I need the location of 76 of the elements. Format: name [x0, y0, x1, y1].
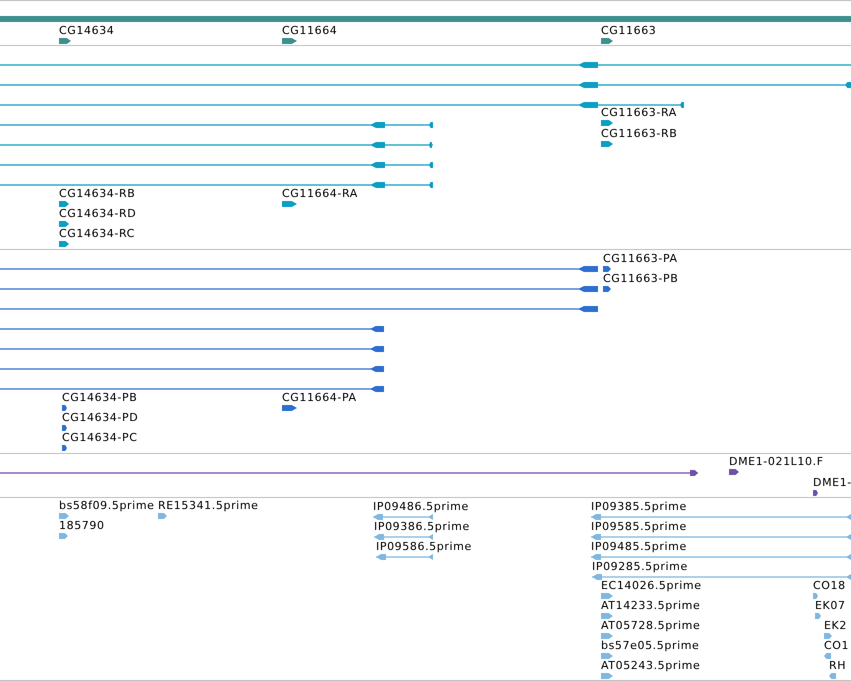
- feature-label: bs58f09.5prime: [59, 500, 155, 512]
- feature-label: IP09386.5prime: [374, 521, 470, 533]
- feature-arrow-icon[interactable]: [603, 286, 611, 292]
- feature-arrow-icon[interactable]: [59, 201, 69, 207]
- feature-label: CG14634-RC: [59, 228, 135, 240]
- feature-arrow-icon[interactable]: [282, 405, 297, 411]
- feature-label: CG14634-PC: [62, 432, 138, 444]
- feature-label: RE15341.5prime: [158, 500, 259, 512]
- feature-label: CG11664-PA: [282, 392, 357, 404]
- transcript-drawing[interactable]: [0, 61, 851, 69]
- transcript-drawing[interactable]: [0, 81, 851, 89]
- feature-line-drawing[interactable]: [591, 534, 851, 540]
- feature-label: 185790: [59, 520, 105, 532]
- feature-label: CG14634-RB: [59, 188, 136, 200]
- feature-arrow-icon[interactable]: [59, 221, 69, 227]
- transcript-drawing[interactable]: [0, 285, 598, 293]
- transcript-drawing[interactable]: [0, 101, 684, 109]
- transcript-drawing[interactable]: [0, 121, 433, 129]
- feature-arrow-icon[interactable]: [282, 201, 297, 207]
- feature-label: AT05728.5prime: [601, 620, 700, 632]
- feature-line-drawing[interactable]: [374, 534, 433, 540]
- feature-label: CG14634: [59, 25, 114, 37]
- feature-label: EK07: [815, 600, 846, 612]
- feature-label: CG11664-RA: [282, 188, 358, 200]
- feature-line-drawing[interactable]: [591, 514, 851, 520]
- feature-label: IP09485.5prime: [591, 541, 687, 553]
- feature-arrow-icon[interactable]: [62, 405, 67, 411]
- feature-label: AT14233.5prime: [601, 600, 700, 612]
- feature-line-drawing[interactable]: [376, 554, 433, 560]
- feature-label: IP09586.5prime: [376, 541, 472, 553]
- feature-label: bs57e05.5prime: [601, 640, 700, 652]
- feature-arrow-icon[interactable]: [603, 266, 611, 272]
- feature-arrow-icon[interactable]: [59, 38, 71, 44]
- feature-label: EK2: [824, 620, 847, 632]
- feature-label: IP09585.5prime: [591, 521, 687, 533]
- transcript-drawing[interactable]: [0, 385, 384, 393]
- feature-arrow-icon[interactable]: [601, 38, 613, 44]
- feature-label: CG11663: [601, 25, 656, 37]
- feature-line-drawing[interactable]: [591, 554, 851, 560]
- feature-label: CO18: [813, 580, 846, 592]
- feature-label: CG14634-PD: [62, 412, 138, 424]
- feature-label: RH: [829, 660, 846, 672]
- feature-label: IP09385.5prime: [591, 501, 687, 513]
- transcript-drawing[interactable]: [0, 305, 598, 313]
- feature-label: AT05243.5prime: [601, 660, 700, 672]
- feature-arrow-icon[interactable]: [62, 425, 67, 431]
- transcript-drawing[interactable]: [0, 141, 433, 149]
- feature-label: CG11663-RA: [601, 107, 677, 119]
- feature-label: EC14026.5prime: [601, 580, 702, 592]
- transcript-drawing[interactable]: [0, 181, 433, 189]
- feature-line-drawing[interactable]: [592, 574, 851, 580]
- feature-label: IP09285.5prime: [592, 561, 688, 573]
- feature-label: DME1-021L10.F: [729, 456, 824, 468]
- transcript-drawing[interactable]: [0, 325, 384, 333]
- feature-arrow-icon[interactable]: [62, 445, 67, 451]
- feature-label: DME1-: [813, 477, 851, 489]
- transcript-drawing[interactable]: [0, 345, 384, 353]
- transcript-drawing[interactable]: [0, 365, 384, 373]
- feature-arrow-icon[interactable]: [601, 120, 613, 126]
- feature-label: CG11663-PA: [603, 253, 678, 265]
- transcript-drawing[interactable]: [0, 161, 433, 169]
- transcript-drawing[interactable]: [0, 469, 698, 477]
- feature-label: CG14634-PB: [62, 392, 138, 404]
- feature-arrow-icon[interactable]: [601, 141, 613, 147]
- feature-label: CG11663-PB: [603, 273, 678, 285]
- feature-label: CG14634-RD: [59, 208, 136, 220]
- feature-arrow-icon[interactable]: [729, 469, 739, 475]
- feature-label: IP09486.5prime: [373, 501, 469, 513]
- feature-arrow-icon[interactable]: [282, 38, 297, 44]
- transcript-drawing[interactable]: [0, 265, 598, 273]
- feature-line-drawing[interactable]: [373, 514, 433, 520]
- feature-label: CG11663-RB: [601, 128, 678, 140]
- feature-arrow-icon[interactable]: [813, 490, 818, 496]
- feature-label: CG11664: [282, 25, 338, 37]
- feature-label: CO1: [824, 640, 850, 652]
- feature-arrow-icon[interactable]: [59, 241, 69, 247]
